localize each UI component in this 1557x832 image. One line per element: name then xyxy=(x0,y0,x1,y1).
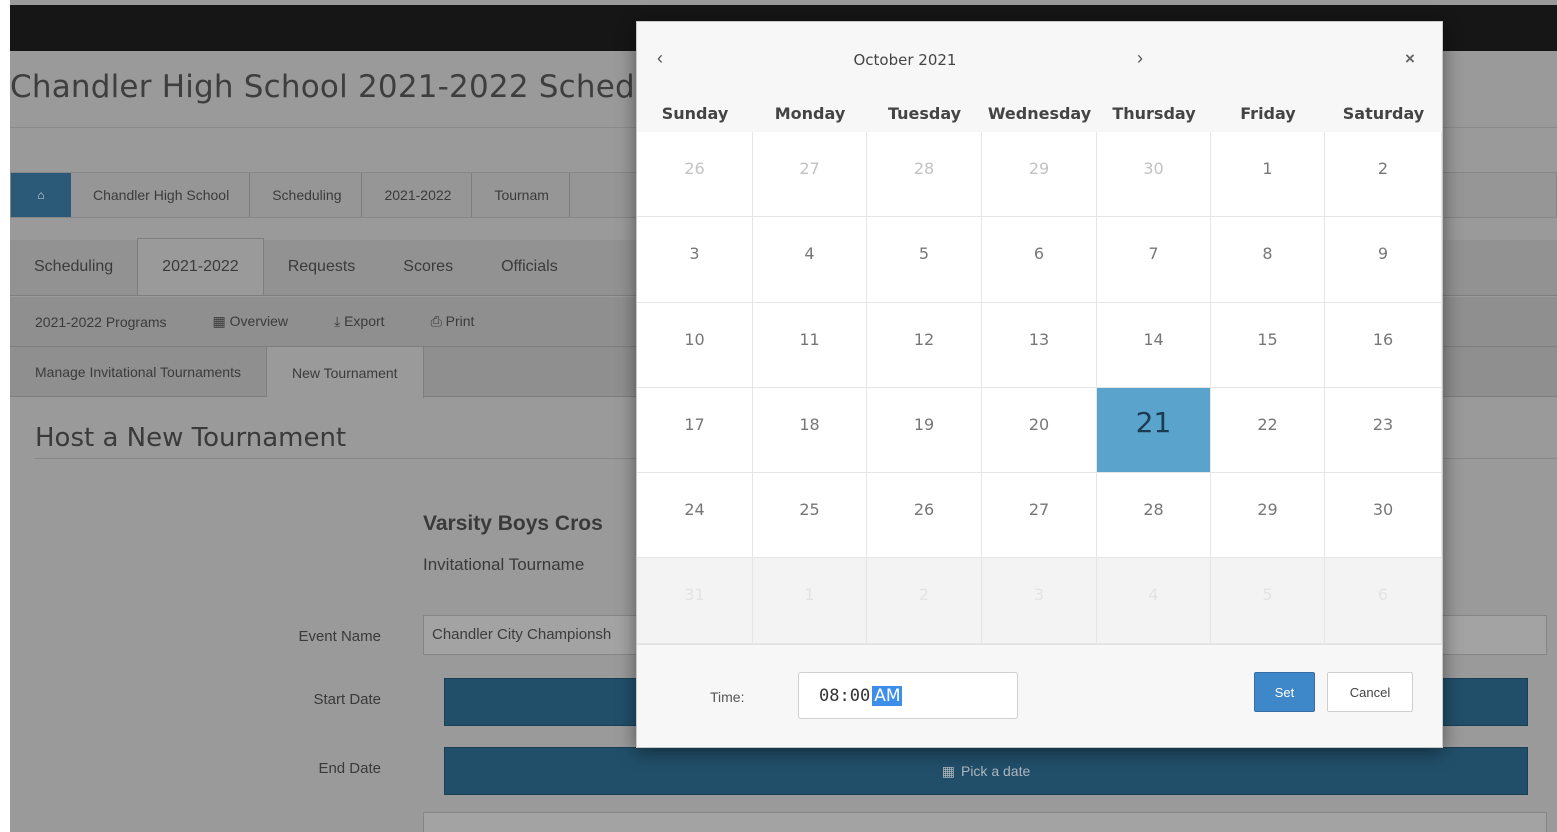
subnav-print-label: Print xyxy=(445,313,475,329)
calendar-day[interactable]: 27 xyxy=(982,473,1097,559)
time-input[interactable]: 08:00 AM xyxy=(798,672,1018,719)
close-icon[interactable]: × xyxy=(1405,49,1415,69)
calendar-day[interactable]: 10 xyxy=(637,302,753,388)
event-name-label: Event Name xyxy=(298,628,381,645)
calendar-day[interactable]: 9 xyxy=(1325,217,1442,303)
weekday-friday: Friday xyxy=(1240,103,1296,123)
tab-scheduling[interactable]: Scheduling xyxy=(10,239,137,295)
calendar-day[interactable]: 14 xyxy=(1097,302,1211,388)
weekday-tuesday: Tuesday xyxy=(887,103,962,123)
calendar-day-selected[interactable]: 21 xyxy=(1097,387,1211,474)
datepicker-modal: ‹ October 2021 › × Sunday Monday Tuesday We… xyxy=(636,21,1443,748)
page-title: Chandler High School 2021-2022 Schedu xyxy=(10,69,655,105)
breadcrumb-item-tournaments[interactable]: Tournam xyxy=(472,173,570,217)
calendar-day[interactable]: 5 xyxy=(1211,558,1325,644)
calendar-day[interactable]: 3 xyxy=(637,217,753,303)
calendar-day[interactable]: 29 xyxy=(982,132,1097,218)
download-icon: ⤓ xyxy=(334,313,345,329)
calendar-icon: ▦ xyxy=(941,762,955,779)
weekday-wednesday: Wednesday xyxy=(987,103,1092,123)
event-subheading: Invitational Tourname xyxy=(423,555,585,574)
calendar-day[interactable]: 7 xyxy=(1097,217,1211,303)
calendar-day[interactable]: 6 xyxy=(982,217,1097,303)
calendar-day[interactable]: 29 xyxy=(1211,473,1325,559)
calendar-footer: Time: 08:00 AM Set Cancel xyxy=(637,644,1442,747)
print-icon: ⎙ xyxy=(430,313,446,329)
weekday-thursday: Thursday xyxy=(1112,103,1196,123)
breadcrumb-item-school[interactable]: Chandler High School xyxy=(71,173,251,217)
tab-season[interactable]: 2021-2022 xyxy=(137,238,264,295)
home-icon: ⌂ xyxy=(37,188,45,202)
calendar-day[interactable]: 28 xyxy=(1097,473,1211,559)
calendar-day[interactable]: 23 xyxy=(1325,387,1442,474)
subnav-overview[interactable]: ▦ Overview xyxy=(213,313,288,330)
start-date-label: Start Date xyxy=(313,691,381,708)
set-button[interactable]: Set xyxy=(1254,672,1315,712)
calendar-day[interactable]: 26 xyxy=(867,473,982,559)
calendar-day[interactable]: 17 xyxy=(637,387,753,474)
calendar-day[interactable]: 22 xyxy=(1211,387,1325,474)
event-heading: Varsity Boys Cros xyxy=(423,512,603,535)
calendar-day[interactable]: 15 xyxy=(1211,302,1325,388)
subnav-print[interactable]: ⎙ Print xyxy=(431,313,475,330)
calendar-day[interactable]: 20 xyxy=(982,387,1097,474)
subnav-export[interactable]: ⤓ Export xyxy=(334,313,385,330)
end-date-button[interactable]: ▦ Pick a date xyxy=(444,747,1528,795)
calendar-day[interactable]: 3 xyxy=(982,558,1097,644)
calendar-header: ‹ October 2021 › × xyxy=(637,22,1442,94)
calendar-day[interactable]: 19 xyxy=(867,387,982,474)
calendar-day[interactable]: 30 xyxy=(1325,473,1442,559)
breadcrumb-item-scheduling[interactable]: Scheduling xyxy=(250,173,363,217)
calendar-day[interactable]: 18 xyxy=(753,387,867,474)
chevron-right-icon[interactable]: › xyxy=(1137,48,1143,69)
calendar-day[interactable]: 12 xyxy=(867,302,982,388)
chevron-left-icon[interactable]: ‹ xyxy=(657,48,663,69)
time-value: 08:00 xyxy=(819,685,871,706)
calendar-day[interactable]: 4 xyxy=(753,217,867,303)
tab-new-tournament[interactable]: New Tournament xyxy=(266,347,424,398)
calendar-day[interactable]: 28 xyxy=(867,132,982,218)
calendar-grid: 26 27 28 29 30 1 2 3 4 5 6 7 8 9 10 11 12 13 14 15 16 17 18 19 2… xyxy=(637,132,1442,644)
calendar-day[interactable]: 8 xyxy=(1211,217,1325,303)
subnav-overview-label: Overview xyxy=(229,313,289,329)
calendar-day[interactable]: 24 xyxy=(637,473,753,559)
time-label: Time: xyxy=(710,689,745,705)
calendar-day[interactable]: 27 xyxy=(753,132,867,218)
left-edge xyxy=(0,0,10,832)
calendar-day[interactable]: 4 xyxy=(1097,558,1211,644)
weekday-saturday: Saturday xyxy=(1342,103,1425,123)
weekday-header: Sunday Monday Tuesday Wednesday Thursday Frid… xyxy=(637,94,1442,132)
subnav-export-label: Export xyxy=(344,313,385,329)
calendar-day[interactable]: 6 xyxy=(1325,558,1442,644)
weekday-sunday: Sunday xyxy=(661,103,729,123)
breadcrumb-home[interactable]: ⌂ xyxy=(11,173,71,217)
tab-officials[interactable]: Officials xyxy=(477,239,582,295)
calendar-day[interactable]: 31 xyxy=(637,558,753,644)
calendar-day[interactable]: 2 xyxy=(867,558,982,644)
calendar-day[interactable]: 11 xyxy=(753,302,867,388)
subnav-programs[interactable]: 2021-2022 Programs xyxy=(35,314,167,330)
cancel-button[interactable]: Cancel xyxy=(1327,672,1413,712)
calendar-day[interactable]: 5 xyxy=(867,217,982,303)
month-label: October 2021 xyxy=(853,51,957,69)
breadcrumb-item-season[interactable]: 2021-2022 xyxy=(362,173,473,217)
end-date-label: End Date xyxy=(318,760,381,777)
weekday-monday: Monday xyxy=(774,103,846,123)
next-form-input[interactable] xyxy=(423,812,1547,832)
calendar-day[interactable]: 16 xyxy=(1325,302,1442,388)
calendar-icon: ▦ xyxy=(212,313,230,329)
calendar-day[interactable]: 30 xyxy=(1097,132,1211,218)
calendar-day[interactable]: 26 xyxy=(637,132,753,218)
calendar-day[interactable]: 13 xyxy=(982,302,1097,388)
pick-date-label: Pick a date xyxy=(960,763,1031,779)
calendar-day[interactable]: 1 xyxy=(753,558,867,644)
tab-manage-tournaments[interactable]: Manage Invitational Tournaments xyxy=(10,347,267,397)
calendar-day[interactable]: 1 xyxy=(1211,132,1325,218)
tab-requests[interactable]: Requests xyxy=(264,239,380,295)
tab-scores[interactable]: Scores xyxy=(379,239,477,295)
calendar-day[interactable]: 2 xyxy=(1325,132,1442,218)
section-title: Host a New Tournament xyxy=(35,423,347,453)
time-ampm: AM xyxy=(872,685,903,706)
calendar-day[interactable]: 25 xyxy=(753,473,867,559)
